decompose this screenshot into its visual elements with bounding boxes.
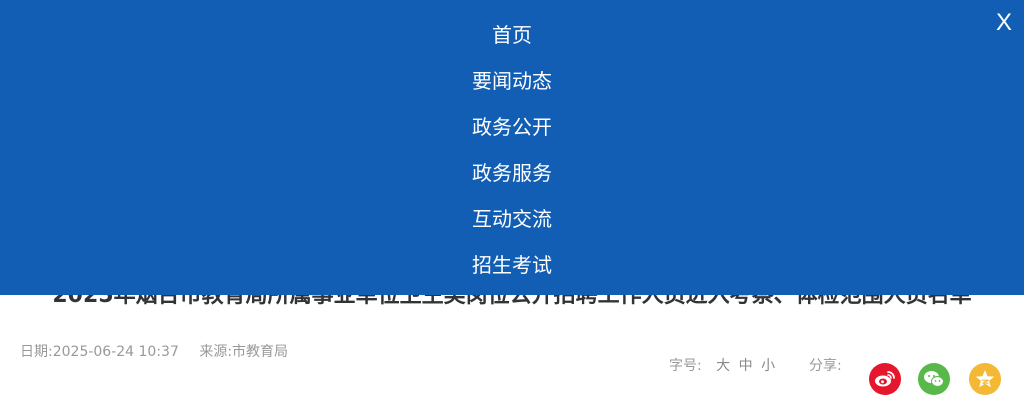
font-size-small[interactable]: 小 [761, 358, 775, 374]
nav-item-government-services[interactable]: 政务服务 [0, 150, 1024, 196]
font-size-large[interactable]: 大 [716, 358, 730, 374]
share-wechat-button[interactable] [918, 363, 950, 395]
article-source: 来源:市教育局 [199, 344, 289, 360]
article-date: 日期:2025-06-24 10:37 [20, 344, 179, 360]
nav-item-government-affairs[interactable]: 政务公开 [0, 104, 1024, 150]
qzone-icon [975, 370, 995, 388]
weibo-icon [875, 371, 895, 387]
font-size-control: 字号: 大 中 小 [669, 357, 779, 375]
nav-item-interaction[interactable]: 互动交流 [0, 196, 1024, 242]
font-size-medium[interactable]: 中 [739, 358, 753, 374]
nav-menu-overlay: 首页 要闻动态 政务公开 政务服务 互动交流 招生考试 X [0, 0, 1024, 295]
share-qzone-button[interactable] [969, 363, 1001, 395]
page: 2025年烟台市教育局所属事业单位卫生类岗位公开招聘工作人员进入考察、体检范围人… [0, 0, 1024, 400]
nav-item-home[interactable]: 首页 [0, 12, 1024, 58]
wechat-icon [924, 371, 944, 387]
article-meta: 日期:2025-06-24 10:37 来源:市教育局 [20, 343, 304, 361]
share-label: 分享: [809, 358, 842, 374]
font-size-label: 字号: [669, 358, 702, 374]
nav-item-enrollment-exams[interactable]: 招生考试 [0, 242, 1024, 288]
nav-menu-list: 首页 要闻动态 政务公开 政务服务 互动交流 招生考试 [0, 12, 1024, 288]
nav-item-news[interactable]: 要闻动态 [0, 58, 1024, 104]
close-menu-button[interactable]: X [996, 8, 1012, 38]
share-weibo-button[interactable] [869, 363, 901, 395]
